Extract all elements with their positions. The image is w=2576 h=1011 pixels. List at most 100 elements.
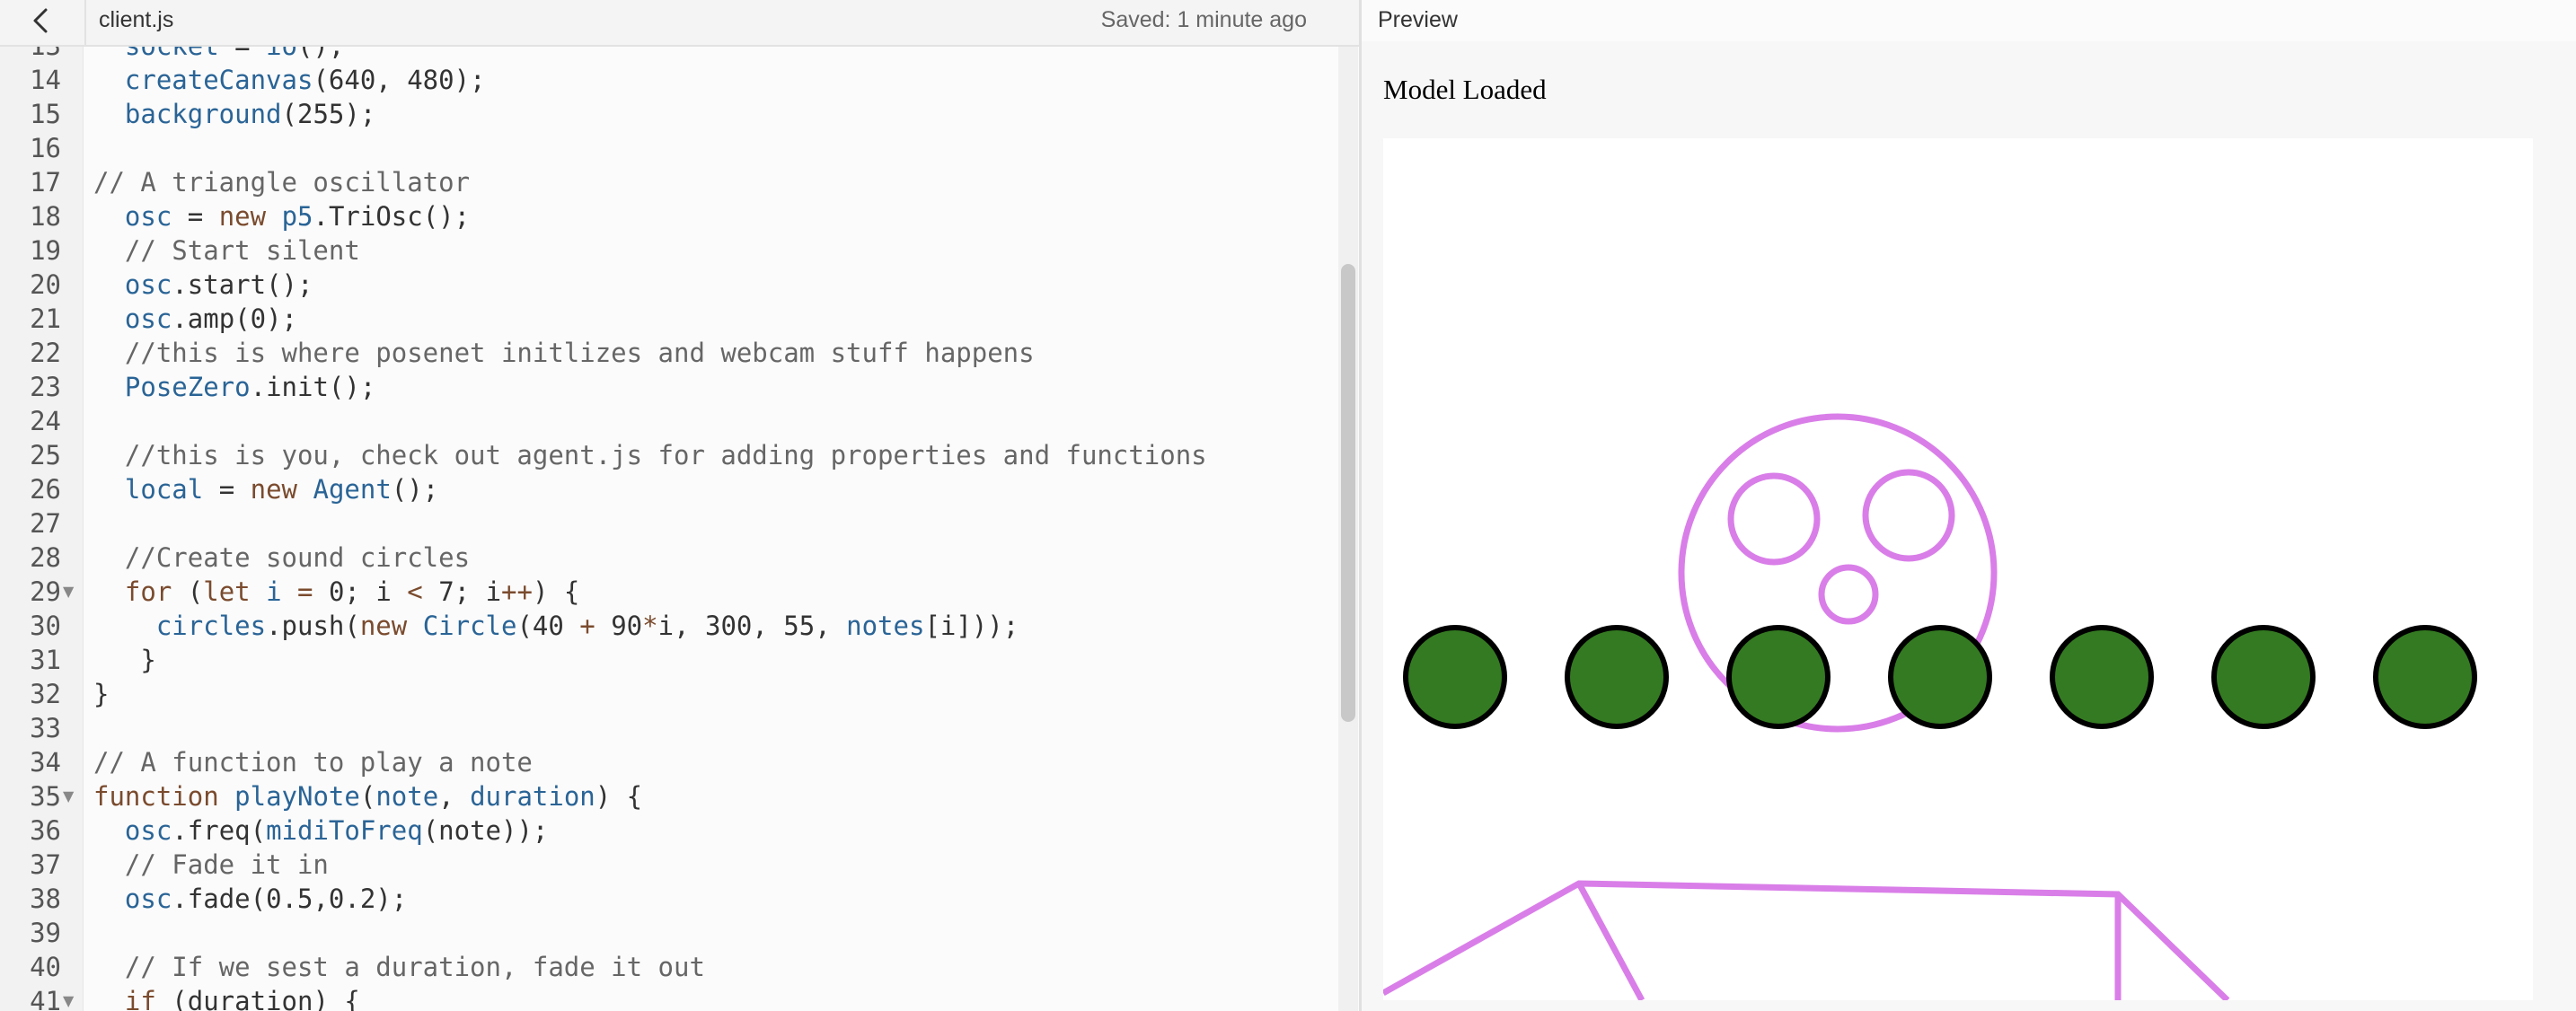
code-line[interactable]: 13 socket = io(); — [0, 47, 1329, 63]
code-line[interactable]: 41 ▼ if (duration) { — [0, 984, 1329, 1011]
line-code: function playNote(note, duration) { — [93, 781, 643, 812]
preview-frame: Model Loaded — [1362, 41, 2576, 1011]
back-button[interactable] — [13, 0, 68, 41]
code-line[interactable]: 17 // A triangle oscillator — [0, 165, 1329, 199]
line-number: 13 — [0, 47, 61, 63]
sound-circle — [2050, 625, 2154, 729]
line-number: 39 — [30, 918, 61, 948]
code-line[interactable]: 32} — [0, 677, 1329, 711]
line-number: 25 — [30, 440, 61, 470]
line-code: socket = io(); — [93, 47, 344, 63]
line-code: // A triangle oscillator — [93, 167, 471, 198]
line-code: osc.fade(0.5,0.2); — [124, 884, 408, 914]
line-number: 17 — [30, 167, 61, 198]
code-line[interactable]: 23 PoseZero.init(); — [0, 370, 1329, 404]
line-code: for (let i = 0; i < 7; i++) { — [124, 576, 580, 607]
code-line[interactable]: 29 ▼ for (let i = 0; i < 7; i++) { — [0, 575, 1329, 609]
line-number: 34 — [30, 747, 61, 778]
code-line[interactable]: 15 background(255); — [0, 97, 1329, 131]
fold-arrow-icon[interactable]: ▼ — [63, 984, 74, 1011]
line-number: 23 — [30, 372, 61, 402]
file-name-tab[interactable]: client.js — [84, 0, 264, 45]
sound-circle — [1888, 625, 1992, 729]
code-line[interactable]: 21 osc.amp(0); — [0, 302, 1329, 336]
code-line[interactable]: 24 — [0, 404, 1329, 438]
code-line[interactable]: 16 — [0, 131, 1329, 165]
line-number: 26 — [30, 474, 61, 505]
line-number: 31 — [30, 645, 61, 675]
editor-header: client.js Saved: 1 minute ago — [0, 0, 1359, 47]
line-number: 22 — [30, 338, 61, 368]
line-number: 27 — [30, 508, 61, 539]
code-line[interactable]: 27 — [0, 506, 1329, 541]
line-number: 21 — [30, 303, 61, 334]
line-code: //Create sound circles — [124, 542, 471, 573]
sound-circle — [1403, 625, 1507, 729]
code-line[interactable]: 40 // If we sest a duration, fade it out — [0, 950, 1329, 984]
line-number: 29 — [30, 576, 61, 607]
code-line[interactable]: 30 circles.push(new Circle(40 + 90*i, 30… — [0, 609, 1329, 643]
code-line[interactable]: 37 // Fade it in — [0, 848, 1329, 882]
line-code: osc.freq(midiToFreq(note)); — [124, 815, 549, 846]
chevron-left-icon — [33, 8, 48, 33]
editor-scrollbar-thumb[interactable] — [1341, 264, 1355, 722]
line-code: } — [93, 645, 156, 675]
code-line[interactable]: 38 osc.fade(0.5,0.2); — [0, 882, 1329, 916]
model-status-text: Model Loaded — [1383, 74, 1547, 105]
line-number: 32 — [30, 679, 61, 709]
line-number: 28 — [30, 542, 61, 573]
fold-arrow-icon[interactable]: ▼ — [63, 779, 74, 813]
code-line[interactable]: 34 // A function to play a note — [0, 745, 1329, 779]
code-line[interactable]: 18 osc = new p5.TriOsc(); — [0, 199, 1329, 233]
line-number: 18 — [30, 201, 61, 232]
line-code: osc.amp(0); — [124, 303, 297, 334]
line-number: 37 — [30, 849, 61, 880]
line-number: 33 — [30, 713, 61, 743]
line-code: circles.push(new Circle(40 + 90*i, 300, … — [155, 611, 1019, 641]
code-line[interactable]: 36 osc.freq(midiToFreq(note)); — [0, 813, 1329, 848]
code-line[interactable]: 14 createCanvas(640, 480); — [0, 63, 1329, 97]
canvas-background — [1383, 138, 2533, 1000]
line-number: 16 — [30, 133, 61, 163]
code-line[interactable]: 39 — [0, 916, 1329, 950]
preview-label: Preview — [1378, 7, 1458, 32]
sound-circle — [2211, 625, 2316, 729]
code-editor[interactable]: 13 socket = io();14 createCanvas(640, 48… — [0, 47, 1359, 1011]
line-code: // A function to play a note — [93, 747, 533, 778]
line-code: osc.start(); — [124, 269, 313, 300]
sound-circle — [1726, 625, 1831, 729]
line-code: createCanvas(640, 480); — [124, 65, 486, 95]
sound-circle — [1565, 625, 1669, 729]
line-number: 36 — [30, 815, 61, 846]
line-number: 14 — [30, 65, 61, 95]
line-code: if (duration) { — [124, 986, 360, 1011]
code-line[interactable]: 28 //Create sound circles — [0, 541, 1329, 575]
line-code: osc = new p5.TriOsc(); — [124, 201, 471, 232]
code-line[interactable]: 25 //this is you, check out agent.js for… — [0, 438, 1329, 472]
code-line[interactable]: 22 //this is where posenet initlizes and… — [0, 336, 1329, 370]
code-line[interactable]: 19 // Start silent — [0, 233, 1329, 268]
sketch-canvas[interactable] — [1383, 138, 2533, 1000]
line-number: 40 — [30, 952, 61, 982]
code-line[interactable]: 35 ▼ function playNote(note, duration) { — [0, 779, 1329, 813]
fold-arrow-icon[interactable]: ▼ — [63, 575, 74, 609]
line-number: 20 — [30, 269, 61, 300]
sound-circle — [2373, 625, 2477, 729]
code-line[interactable]: 20 osc.start(); — [0, 268, 1329, 302]
line-code: PoseZero.init(); — [124, 372, 376, 402]
line-code: } — [93, 679, 110, 709]
file-name: client.js — [99, 7, 174, 32]
line-number: 24 — [30, 406, 61, 436]
line-code: //this is where posenet initlizes and we… — [124, 338, 1035, 368]
line-code: background(255); — [124, 99, 376, 129]
code-lines: 13 socket = io();14 createCanvas(640, 48… — [0, 47, 1329, 1011]
code-line[interactable]: 31 } — [0, 643, 1329, 677]
saved-status: Saved: 1 minute ago — [1100, 7, 1307, 32]
line-number: 19 — [30, 235, 61, 266]
line-number: 15 — [30, 99, 61, 129]
line-code: // Start silent — [124, 235, 360, 266]
line-number: 35 — [30, 781, 61, 812]
code-line[interactable]: 26 local = new Agent(); — [0, 472, 1329, 506]
line-code: local = new Agent(); — [124, 474, 439, 505]
code-line[interactable]: 33 — [0, 711, 1329, 745]
